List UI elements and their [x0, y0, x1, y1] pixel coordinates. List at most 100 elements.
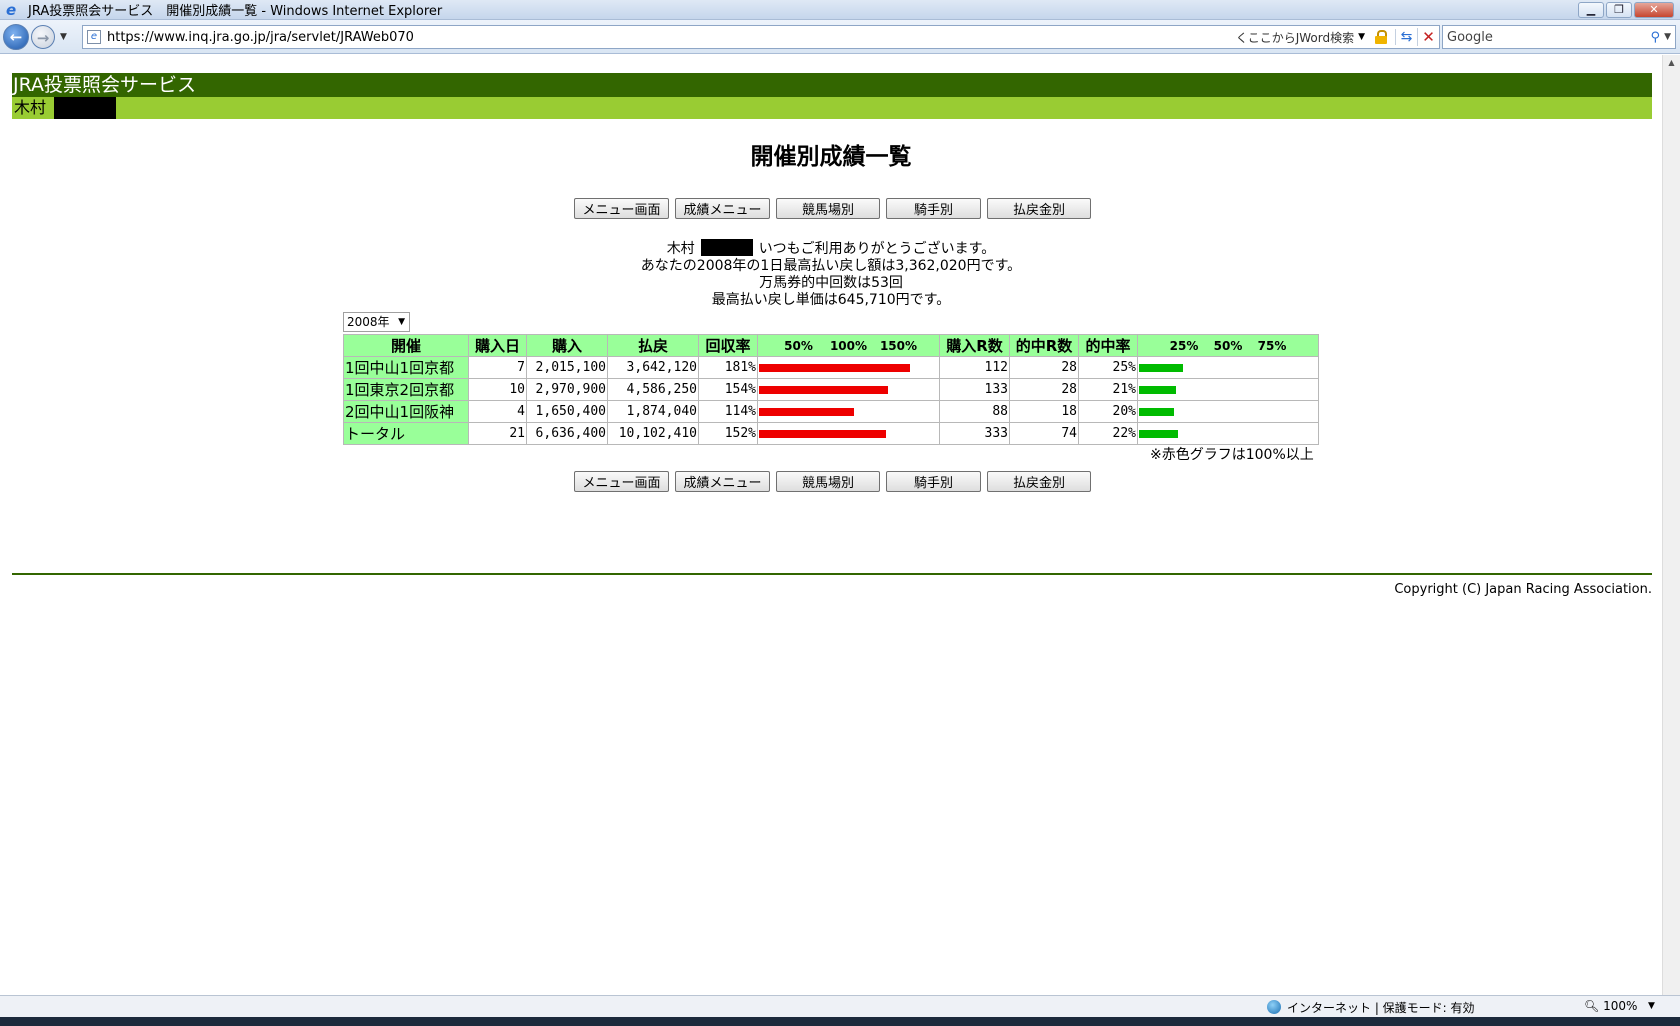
year-select-value: 2008年	[347, 315, 390, 329]
search-input[interactable]: Google ⚲ ▼	[1442, 25, 1676, 49]
meeting-cell: トータル	[343, 422, 469, 445]
zoom-level[interactable]: 🔍︎ 100%	[1584, 999, 1637, 1013]
return-scale-100: 100%	[829, 338, 868, 353]
results-menu-button[interactable]: 成績メニュー	[675, 471, 770, 492]
chevron-down-icon[interactable]: ▼	[398, 313, 405, 331]
hit-rate-cell: 25%	[1078, 356, 1138, 379]
greeting-line-4: 最高払い戻し単価は645,710円です。	[711, 292, 951, 308]
header-return-rate: 回収率	[698, 334, 758, 357]
hit-rate-cell: 22%	[1078, 422, 1138, 445]
by-jockey-button[interactable]: 騎手別	[886, 471, 981, 492]
minimize-button[interactable]: ▁	[1578, 2, 1604, 18]
header-races-hit: 的中R数	[1009, 334, 1079, 357]
return-bar-cell	[757, 400, 940, 423]
hit-rate-cell: 20%	[1078, 400, 1138, 423]
window-titlebar: e JRA投票照会サービス 開催別成績一覧 - Windows Internet…	[0, 0, 1680, 20]
table-row-total: トータル 21 6,636,400 10,102,410 152% 333 74…	[343, 422, 1319, 445]
return-rate-cell: 154%	[698, 378, 758, 401]
close-window-button[interactable]: ✕	[1634, 2, 1674, 18]
zoom-icon: 🔍︎	[1584, 999, 1600, 1013]
history-dropdown-icon[interactable]: ▼	[60, 32, 67, 42]
greeting-line-1: 木村 いつもご利用ありがとうございます。	[0, 239, 1662, 258]
table-row: 1回中山1回京都 7 2,015,100 3,642,120 181% 112 …	[343, 356, 1319, 379]
days-cell: 10	[468, 378, 527, 401]
purchase-cell: 2,015,100	[526, 356, 608, 379]
lock-icon[interactable]	[1375, 30, 1387, 44]
address-bar[interactable]: e https://www.inq.jra.go.jp/jra/servlet/…	[82, 25, 1440, 49]
address-toolbar: ← → ▼ e https://www.inq.jra.go.jp/jra/se…	[0, 20, 1680, 54]
days-cell: 4	[468, 400, 527, 423]
table-row: 2回中山1回阪神 4 1,650,400 1,874,040 114% 88 1…	[343, 400, 1319, 423]
url-field[interactable]: https://www.inq.jra.go.jp/jra/servlet/JR…	[107, 30, 1236, 45]
forward-arrow-icon[interactable]: →	[31, 25, 55, 49]
scroll-up-icon[interactable]: ▲	[1663, 55, 1680, 71]
restore-button[interactable]: ❐	[1606, 2, 1632, 18]
by-payout-button[interactable]: 払戻金別	[987, 471, 1091, 492]
by-jockey-button[interactable]: 騎手別	[886, 198, 981, 219]
return-bar-cell	[757, 356, 940, 379]
status-bar: インターネット | 保護モード: 有効 🔍︎ 100% ▼	[0, 995, 1680, 1017]
races-bought-cell: 333	[939, 422, 1010, 445]
header-hit-rate: 的中率	[1078, 334, 1138, 357]
races-bought-cell: 133	[939, 378, 1010, 401]
hit-bar-cell	[1137, 400, 1319, 423]
hit-rate-bar	[1139, 363, 1183, 372]
hit-scale-75: 75%	[1257, 338, 1287, 353]
back-arrow-icon[interactable]: ←	[3, 24, 29, 50]
return-rate-bar	[759, 429, 886, 438]
races-hit-cell: 28	[1009, 356, 1079, 379]
zoom-dropdown-icon[interactable]: ▼	[1648, 1001, 1655, 1011]
jword-search-label[interactable]: くここからJWord検索	[1236, 29, 1354, 46]
payout-cell: 10,102,410	[607, 422, 699, 445]
return-bar-cell	[757, 378, 940, 401]
security-zone[interactable]: インターネット | 保護モード: 有効	[1287, 999, 1475, 1016]
jword-dropdown-icon[interactable]: ▼	[1358, 32, 1365, 42]
meeting-cell: 2回中山1回阪神	[343, 400, 469, 423]
races-hit-cell: 28	[1009, 378, 1079, 401]
page-viewport: JRA投票照会サービス 木村 開催別成績一覧 メニュー画面 成績メニュー 競馬場…	[0, 55, 1662, 995]
site-header: JRA投票照会サービス	[12, 73, 1652, 97]
stop-icon[interactable]: ✕	[1417, 28, 1439, 46]
payout-cell: 1,874,040	[607, 400, 699, 423]
menu-button[interactable]: メニュー画面	[574, 198, 669, 219]
year-select[interactable]: 2008年 ▼	[343, 312, 410, 332]
header-purchase: 購入	[526, 334, 608, 357]
user-name: 木村	[14, 98, 47, 117]
ie-logo-icon: e	[6, 0, 17, 19]
greeting-line-3: 万馬券的中回数は53回	[759, 275, 903, 291]
header-return-scale: 50% 100% 150%	[757, 334, 940, 357]
return-rate-bar	[759, 385, 888, 394]
hit-scale-25: 25%	[1169, 338, 1199, 353]
hit-rate-bar	[1139, 429, 1178, 438]
footer-divider	[12, 573, 1652, 575]
window-controls: ▁ ❐ ✕	[1578, 2, 1674, 18]
hit-scale-50: 50%	[1213, 338, 1243, 353]
globe-icon	[1267, 1000, 1281, 1014]
return-rate-cell: 152%	[698, 422, 758, 445]
vertical-scrollbar[interactable]: ▲	[1662, 55, 1680, 995]
return-rate-bar	[759, 363, 910, 372]
results-table: 開催 購入日 購入 払戻 回収率 50% 100% 150% 購入R数 的中R数 的…	[343, 334, 1319, 445]
hit-bar-cell	[1137, 422, 1319, 445]
return-scale-50: 50%	[784, 338, 813, 353]
by-course-button[interactable]: 競馬場別	[776, 471, 880, 492]
header-payout: 払戻	[607, 334, 699, 357]
payout-cell: 3,642,120	[607, 356, 699, 379]
purchase-cell: 2,970,900	[526, 378, 608, 401]
menu-button[interactable]: メニュー画面	[574, 471, 669, 492]
races-bought-cell: 88	[939, 400, 1010, 423]
return-rate-bar	[759, 407, 854, 416]
search-dropdown-icon[interactable]: ▼	[1664, 32, 1671, 42]
return-scale-150: 150%	[879, 338, 918, 353]
by-payout-button[interactable]: 払戻金別	[987, 198, 1091, 219]
days-cell: 21	[468, 422, 527, 445]
results-menu-button[interactable]: 成績メニュー	[675, 198, 770, 219]
hit-bar-cell	[1137, 378, 1319, 401]
refresh-icon[interactable]: ⇆	[1395, 29, 1417, 45]
days-cell: 7	[468, 356, 527, 379]
zoom-value: 100%	[1603, 999, 1638, 1013]
search-icon[interactable]: ⚲	[1651, 30, 1661, 45]
header-hit-scale: 25% 50% 75%	[1137, 334, 1319, 357]
purchase-cell: 1,650,400	[526, 400, 608, 423]
by-course-button[interactable]: 競馬場別	[776, 198, 880, 219]
